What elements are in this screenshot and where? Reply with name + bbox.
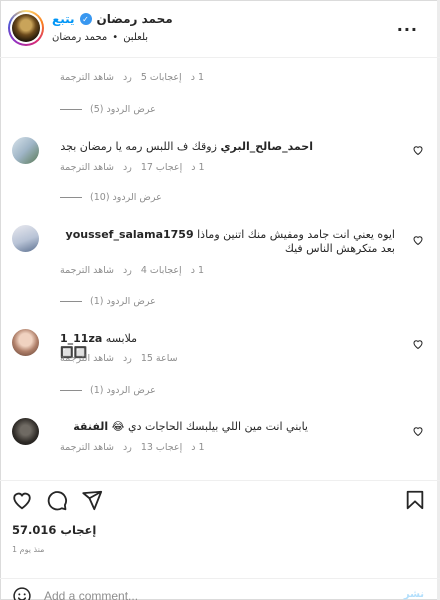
comment-meta: ساعة 15 رد شاهد الترجمة	[60, 353, 178, 364]
like-heart-icon[interactable]	[412, 338, 424, 350]
likes-count[interactable]: إعجاب 17	[141, 162, 182, 173]
commenter-avatar[interactable]	[12, 225, 39, 252]
likes-count[interactable]: 57.016 إعجاب	[12, 523, 96, 537]
author-avatar[interactable]	[8, 10, 44, 46]
save-bookmark-icon[interactable]	[404, 489, 426, 511]
comment-username[interactable]: 1_11za	[60, 332, 102, 345]
commenter-avatar[interactable]	[12, 418, 39, 445]
more-options-icon[interactable]: ···	[397, 20, 418, 39]
comment-meta: 1 د إعجاب 13 رد شاهد الترجمة	[60, 442, 205, 453]
post-button[interactable]: نشر	[404, 589, 424, 600]
comment-username[interactable]: الفنقة	[73, 420, 108, 433]
reply-button[interactable]: رد	[123, 162, 132, 173]
reply-button[interactable]: رد	[123, 353, 132, 364]
post-header: يتبع ✓ محمد رمضان محمد رمضان • بلعلبن ··…	[0, 0, 440, 58]
comment-meta: 1 د إعجابات 4 رد شاهد الترجمة	[60, 265, 205, 276]
translate-button[interactable]: شاهد الترجمة	[60, 442, 114, 453]
comment-input[interactable]	[44, 587, 344, 600]
comment-meta: 1 د إعجابات 5 رد شاهد الترجمة	[60, 72, 205, 83]
location-label[interactable]: بلعلبن	[123, 32, 148, 43]
comment-meta: 1 د إعجاب 17 رد شاهد الترجمة	[60, 162, 205, 173]
like-heart-icon[interactable]	[412, 425, 424, 437]
translate-button[interactable]: شاهد الترجمة	[60, 265, 114, 276]
translate-button[interactable]: شاهد الترجمة	[60, 162, 114, 173]
like-heart-icon[interactable]	[11, 489, 33, 511]
view-replies-button[interactable]: عرض الردود (10)	[60, 192, 162, 203]
comment-text: يابني انت مين اللي بيلبسك الحاجات دي 😂 ا…	[73, 420, 308, 433]
reply-button[interactable]: رد	[123, 72, 132, 83]
author-username[interactable]: محمد رمضان	[97, 12, 173, 26]
verified-badge-icon: ✓	[79, 13, 92, 25]
reply-button[interactable]: رد	[123, 442, 132, 453]
like-heart-icon[interactable]	[412, 144, 424, 156]
commenter-avatar[interactable]	[12, 137, 39, 164]
reply-button[interactable]: رد	[123, 265, 132, 276]
share-send-icon[interactable]	[81, 489, 103, 511]
likes-count[interactable]: إعجاب 13	[141, 442, 182, 453]
view-replies-button[interactable]: عرض الردود (1)	[60, 296, 156, 307]
emoji-smile-icon[interactable]	[12, 586, 32, 600]
comment-bubble-icon[interactable]	[46, 489, 68, 511]
comment-username[interactable]: احمد_صالح_البري	[220, 140, 313, 153]
audio-label[interactable]: محمد رمضان	[52, 32, 107, 43]
likes-count[interactable]: إعجابات 4	[141, 265, 182, 276]
view-replies-button[interactable]: عرض الردود (1)	[60, 385, 156, 396]
header-subtitle: محمد رمضان • بلعلبن	[52, 32, 149, 43]
commenter-avatar[interactable]	[12, 329, 39, 356]
comment-text: ايوه يعني انت جامد ومفيش منك اتنين وماذا…	[65, 228, 395, 255]
translate-button[interactable]: شاهد الترجمة	[60, 72, 114, 83]
follow-button[interactable]: يتبع	[52, 12, 75, 26]
add-comment-bar: نشر	[0, 578, 440, 600]
translate-button[interactable]: شاهد الترجمة	[60, 353, 114, 364]
like-heart-icon[interactable]	[412, 234, 424, 246]
likes-count[interactable]: إعجابات 5	[141, 72, 182, 83]
view-replies-button[interactable]: عرض الردود (5)	[60, 104, 156, 115]
post-timestamp[interactable]: منذ يوم 1	[12, 545, 44, 554]
comment-text: احمد_صالح_البري زوقك ف اللبس رمه يا رمضا…	[60, 140, 313, 153]
post-actions: 57.016 إعجاب منذ يوم 1	[0, 480, 440, 580]
comment-username[interactable]: youssef_salama1759	[66, 228, 194, 241]
